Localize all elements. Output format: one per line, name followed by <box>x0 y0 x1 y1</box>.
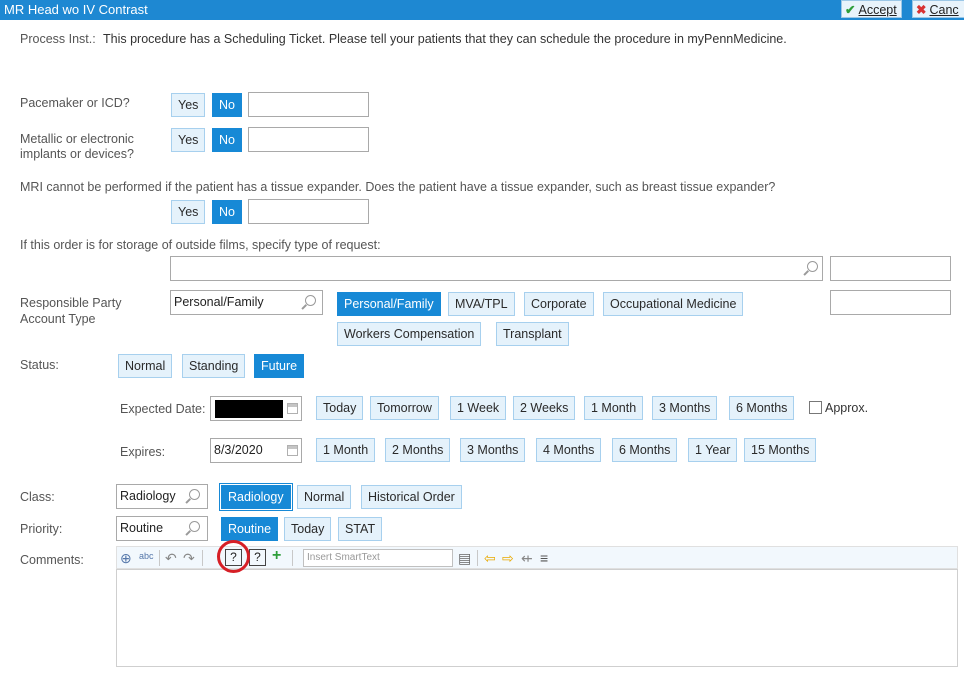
undo-icon[interactable]: ↶ <box>165 550 177 566</box>
tissue-expander-comment-field[interactable] <box>248 199 369 224</box>
responsible-party-option-transplant[interactable]: Transplant <box>496 322 569 346</box>
priority-label: Priority: <box>20 522 63 536</box>
highlight-circle <box>217 540 250 573</box>
responsible-party-label-line2: Account Type <box>20 312 96 326</box>
next-arrow-icon[interactable]: ⇨ <box>502 550 514 566</box>
expires-label: Expires: <box>120 445 166 459</box>
expected-option-3-months[interactable]: 3 Months <box>652 396 718 420</box>
expected-option-tomorrow[interactable]: Tomorrow <box>370 396 439 420</box>
approx-checkbox[interactable] <box>809 401 822 414</box>
toolbar-separator <box>159 550 160 566</box>
tissue-expander-no-button[interactable]: No <box>212 200 242 224</box>
implants-comment-field[interactable] <box>248 127 369 152</box>
checkmark-icon: ✔ <box>845 3 856 17</box>
insert-smarttext-input[interactable]: Insert SmartText <box>303 549 453 567</box>
smarttext-list-icon[interactable]: ▤ <box>458 550 471 566</box>
spellcheck-icon[interactable]: abc <box>139 548 154 564</box>
tissue-expander-yes-button[interactable]: Yes <box>171 200 206 224</box>
window-title: MR Head wo IV Contrast <box>4 2 148 17</box>
responsible-party-option-workers-compensation[interactable]: Workers Compensation <box>337 322 482 346</box>
search-icon[interactable] <box>189 489 200 500</box>
toolbar-separator <box>292 550 293 566</box>
class-option-historical-order[interactable]: Historical Order <box>361 485 462 509</box>
responsible-party-comment-field[interactable] <box>830 290 951 315</box>
class-option-radiology[interactable]: Radiology <box>219 483 293 511</box>
responsible-party-label-line1: Responsible Party <box>20 296 122 310</box>
expires-option-3-months[interactable]: 3 Months <box>460 438 526 462</box>
outside-films-comment-field[interactable] <box>830 256 951 281</box>
status-label: Status: <box>20 358 59 372</box>
implants-label-line1: Metallic or electronic <box>20 132 134 146</box>
comments-textarea[interactable] <box>116 569 958 667</box>
responsible-party-option-personal-family[interactable]: Personal/Family <box>337 292 441 316</box>
responsible-party-option-mva-tpl[interactable]: MVA/TPL <box>448 292 515 316</box>
pacemaker-label: Pacemaker or ICD? <box>20 96 130 110</box>
window-titlebar: MR Head wo IV Contrast ✔ Accept ✖ Canc <box>0 0 964 20</box>
responsible-party-option-occupational-medicine[interactable]: Occupational Medicine <box>603 292 744 316</box>
responsible-party-input[interactable]: Personal/Family <box>170 290 323 315</box>
tissue-expander-label: MRI cannot be performed if the patient h… <box>20 180 776 194</box>
expires-option-4-months[interactable]: 4 Months <box>536 438 602 462</box>
process-inst-text: This procedure has a Scheduling Ticket. … <box>103 32 787 46</box>
expected-option-1-week[interactable]: 1 Week <box>450 396 507 420</box>
status-option-normal[interactable]: Normal <box>118 354 173 378</box>
redacted-date <box>215 400 283 418</box>
search-icon[interactable] <box>807 261 818 272</box>
responsible-party-option-corporate[interactable]: Corporate <box>524 292 594 316</box>
pacemaker-no-button[interactable]: No <box>212 93 242 117</box>
accept-button[interactable]: ✔ Accept <box>841 0 902 18</box>
toolbar-separator <box>202 550 203 566</box>
outside-films-label: If this order is for storage of outside … <box>20 238 381 252</box>
pacemaker-comment-field[interactable] <box>248 92 369 117</box>
class-label: Class: <box>20 490 55 504</box>
expected-date-label: Expected Date: <box>120 402 206 416</box>
expires-option-6-months[interactable]: 6 Months <box>612 438 678 462</box>
add-icon[interactable]: + <box>272 548 281 564</box>
expires-option-1-year[interactable]: 1 Year <box>688 438 738 462</box>
list-icon[interactable]: ≡ <box>540 550 548 566</box>
search-icon[interactable] <box>189 521 200 532</box>
implants-yes-button[interactable]: Yes <box>171 128 206 152</box>
search-icon[interactable] <box>305 295 316 306</box>
zoom-icon[interactable]: ⊕ <box>120 550 132 566</box>
smartlist-help-icon[interactable]: ? <box>249 549 266 566</box>
class-option-normal[interactable]: Normal <box>297 485 352 509</box>
process-inst-label: Process Inst.: <box>20 32 96 46</box>
priority-option-today[interactable]: Today <box>284 517 332 541</box>
comments-label: Comments: <box>20 553 84 567</box>
approx-label: Approx. <box>825 401 869 415</box>
expires-option-2-months[interactable]: 2 Months <box>385 438 451 462</box>
expected-option-6-months[interactable]: 6 Months <box>729 396 795 420</box>
delete-field-icon[interactable]: ⇷ <box>521 550 533 566</box>
status-option-standing[interactable]: Standing <box>182 354 246 378</box>
implants-label-line2: implants or devices? <box>20 147 134 161</box>
expected-option-1-month[interactable]: 1 Month <box>584 396 644 420</box>
previous-arrow-icon[interactable]: ⇦ <box>484 550 496 566</box>
redo-icon[interactable]: ↷ <box>183 550 195 566</box>
status-option-future[interactable]: Future <box>254 354 305 378</box>
expected-option-2-weeks[interactable]: 2 Weeks <box>513 396 576 420</box>
calendar-icon[interactable] <box>287 445 298 456</box>
cancel-button[interactable]: ✖ Canc <box>912 0 964 18</box>
priority-option-routine[interactable]: Routine <box>221 517 279 541</box>
close-icon: ✖ <box>916 3 927 17</box>
implants-no-button[interactable]: No <box>212 128 242 152</box>
pacemaker-yes-button[interactable]: Yes <box>171 93 206 117</box>
expires-option-1-month[interactable]: 1 Month <box>316 438 376 462</box>
expected-option-today[interactable]: Today <box>316 396 364 420</box>
toolbar-separator <box>477 550 478 566</box>
calendar-icon[interactable] <box>287 403 298 414</box>
priority-option-stat[interactable]: STAT <box>338 517 383 541</box>
expires-option-15-months[interactable]: 15 Months <box>744 438 817 462</box>
outside-films-input[interactable] <box>170 256 823 281</box>
